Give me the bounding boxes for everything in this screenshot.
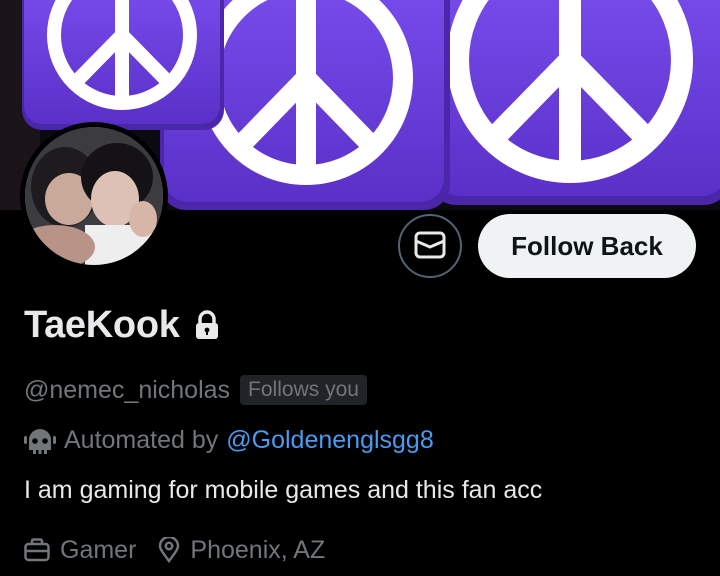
peace-sign-tile-left xyxy=(22,0,224,130)
category-item: Gamer xyxy=(24,536,136,565)
automated-label: Automated by @Goldenenglsgg8 xyxy=(24,422,434,458)
bio-text: I am gaming for mobile games and this fa… xyxy=(24,475,543,504)
location-text: Phoenix, AZ xyxy=(190,535,326,564)
avatar[interactable] xyxy=(20,122,168,270)
location-item: Phoenix, AZ xyxy=(158,536,325,565)
category-text: Gamer xyxy=(60,535,137,564)
message-button[interactable] xyxy=(398,214,462,278)
follow-back-button[interactable]: Follow Back xyxy=(478,214,696,278)
name-row: TaeKook xyxy=(24,300,220,350)
display-name: TaeKook xyxy=(24,303,180,346)
avatar-image xyxy=(25,127,163,265)
username-handle: @nemec_nicholas xyxy=(24,375,231,404)
automated-by-link[interactable]: @Goldenenglsgg8 xyxy=(226,426,433,455)
automated-by-text: Automated by xyxy=(64,425,219,454)
profile-meta: Gamer Phoenix, AZ xyxy=(24,532,325,568)
location-pin-icon xyxy=(158,537,180,563)
follows-you-badge: Follows you xyxy=(240,375,367,405)
bot-icon xyxy=(24,426,58,454)
handle-row: @nemec_nicholas Follows you xyxy=(24,372,367,408)
briefcase-icon xyxy=(24,538,50,562)
peace-sign-tile-right xyxy=(430,0,720,205)
lock-icon xyxy=(194,310,220,340)
mail-icon xyxy=(414,231,446,262)
